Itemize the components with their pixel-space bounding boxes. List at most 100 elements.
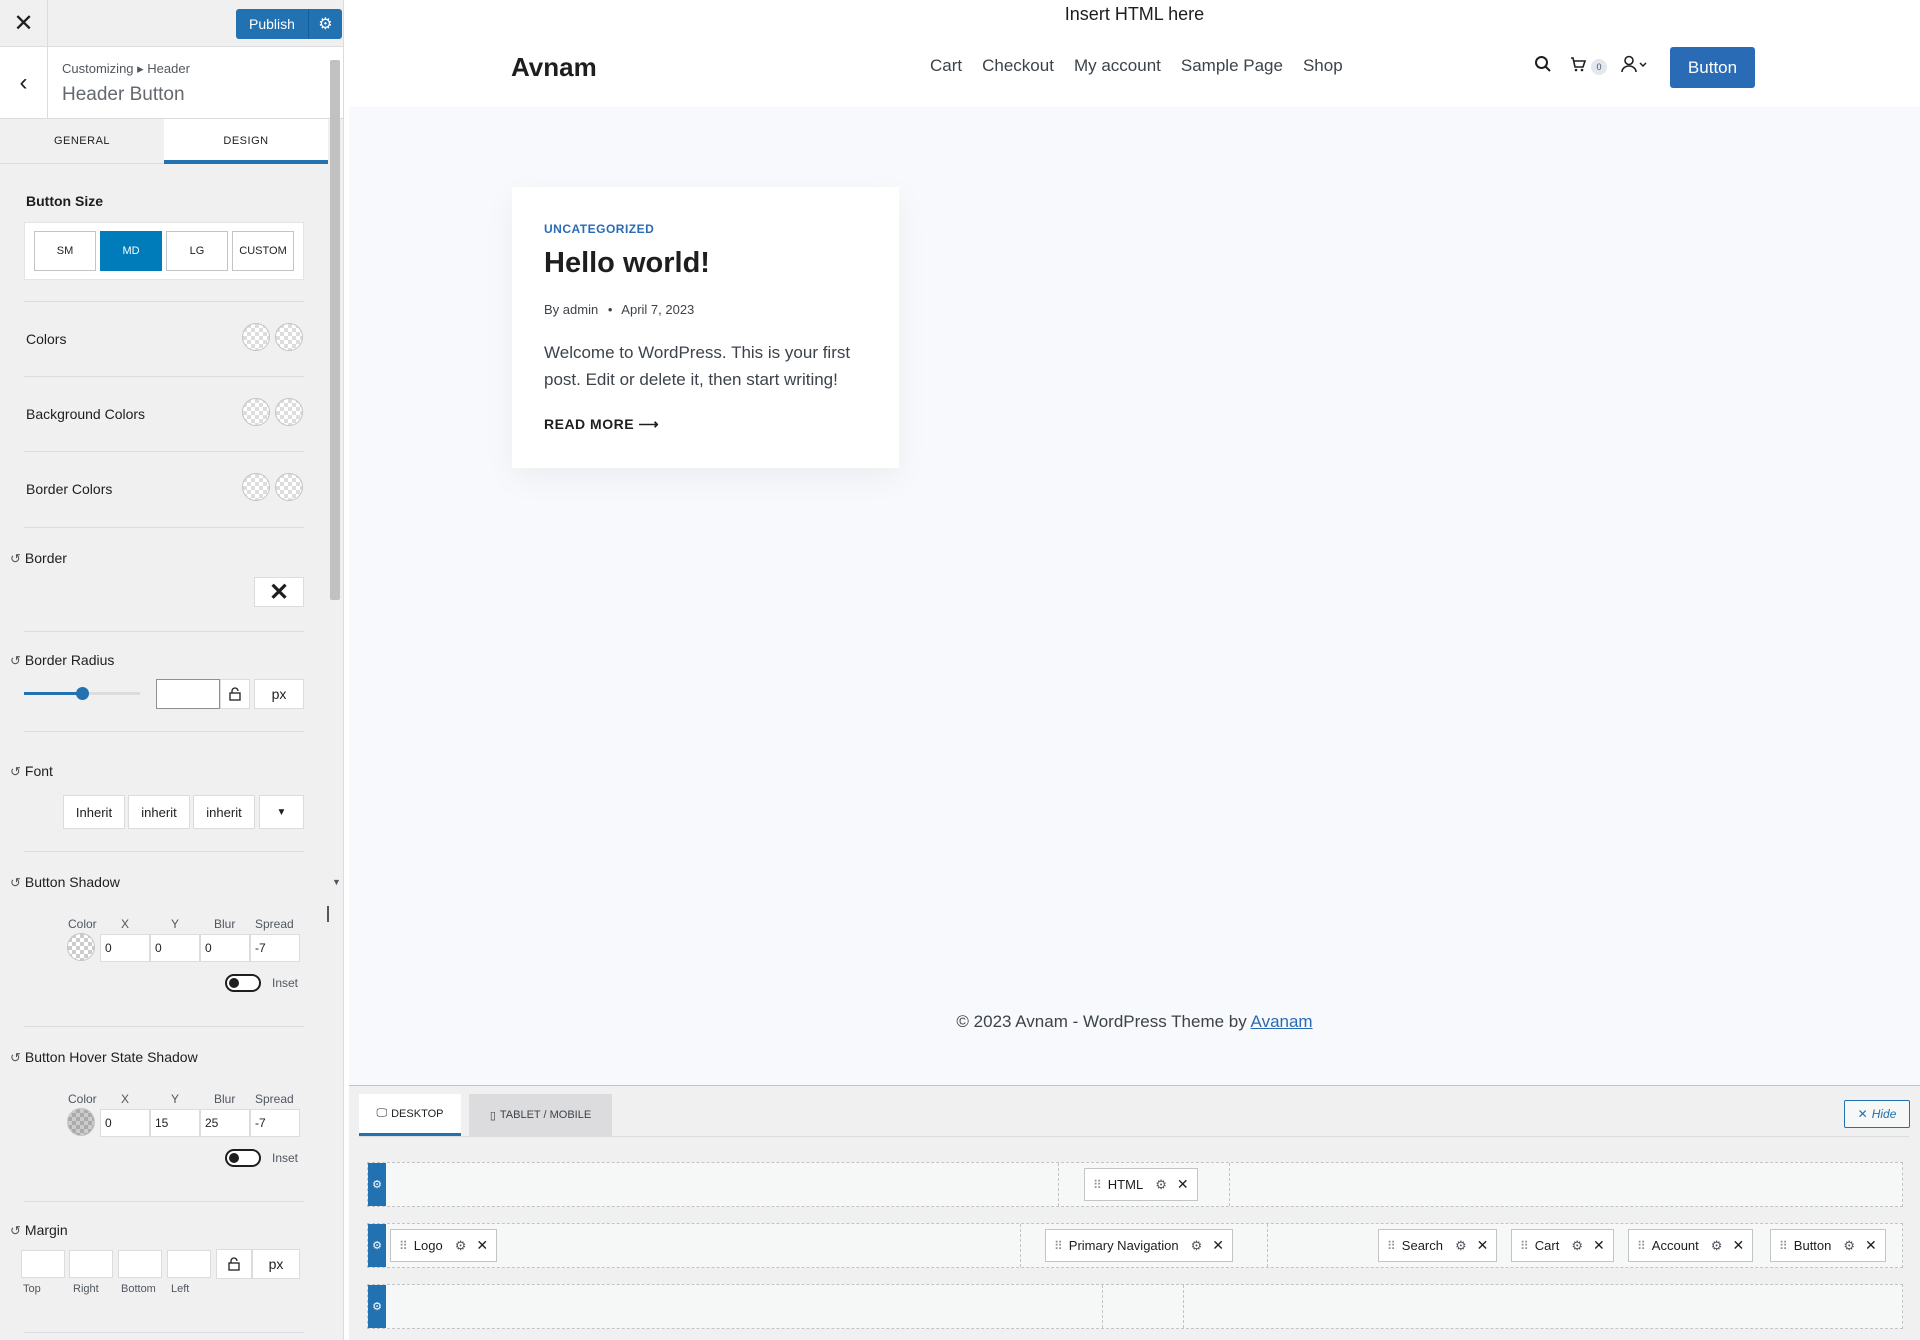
drag-handle-icon[interactable]: ⠿ xyxy=(1054,1239,1063,1253)
read-more-link[interactable]: READ MORE ⟶ xyxy=(544,416,659,433)
hide-button[interactable]: ✕ Hide xyxy=(1844,1100,1910,1128)
margin-unit-select[interactable]: px xyxy=(252,1249,300,1279)
close-icon[interactable]: ✕ xyxy=(254,577,304,607)
nav-item-my-account[interactable]: My account xyxy=(1074,56,1161,76)
post-category[interactable]: UNCATEGORIZED xyxy=(544,222,654,236)
size-lg-button[interactable]: LG xyxy=(166,231,228,271)
border-swatch-initial[interactable] xyxy=(242,473,270,501)
shadow-color-swatch[interactable] xyxy=(67,933,95,961)
post-date[interactable]: April 7, 2023 xyxy=(621,302,694,317)
hover-inset-toggle[interactable] xyxy=(225,1149,261,1167)
reset-icon[interactable]: ↺ xyxy=(10,875,21,891)
border-swatch-hover[interactable] xyxy=(275,473,303,501)
reset-icon[interactable]: ↺ xyxy=(10,1050,21,1066)
drag-handle-icon[interactable]: ⠿ xyxy=(1387,1239,1396,1253)
gear-icon[interactable]: ⚙ xyxy=(1455,1238,1467,1254)
nav-item-shop[interactable]: Shop xyxy=(1303,56,1343,76)
gear-icon[interactable]: ⚙ xyxy=(1191,1238,1203,1254)
scroll-arrow-icon[interactable]: ▼ xyxy=(332,877,341,887)
shadow-spread-input[interactable] xyxy=(250,934,300,962)
footer-link[interactable]: Avanam xyxy=(1251,1012,1313,1031)
hover-color-swatch[interactable] xyxy=(67,1108,95,1136)
gear-icon[interactable]: ⚙ xyxy=(368,1163,386,1206)
font-family-button[interactable]: Inherit xyxy=(63,795,125,829)
account-icon[interactable] xyxy=(1621,55,1649,78)
close-icon[interactable]: ✕ xyxy=(0,0,48,47)
shadow-y-input[interactable] xyxy=(150,934,200,962)
size-custom-button[interactable]: CUSTOM xyxy=(232,231,294,271)
builder-item-account[interactable]: ⠿ Account ⚙ ✕ xyxy=(1628,1229,1754,1262)
close-icon[interactable]: ✕ xyxy=(1593,1237,1605,1254)
color-swatch-initial[interactable] xyxy=(242,323,270,351)
close-icon[interactable]: ✕ xyxy=(1865,1237,1877,1254)
nav-item-sample-page[interactable]: Sample Page xyxy=(1181,56,1283,76)
builder-item-search[interactable]: ⠿ Search ⚙ ✕ xyxy=(1378,1229,1498,1262)
lock-icon[interactable] xyxy=(216,1249,252,1279)
slider-handle[interactable] xyxy=(76,687,89,700)
builder-item-primary-navigation[interactable]: ⠿ Primary Navigation ⚙ ✕ xyxy=(1045,1229,1234,1262)
gear-icon[interactable]: ⚙ xyxy=(455,1238,467,1254)
unit-select[interactable]: px xyxy=(254,679,304,709)
post-author[interactable]: By admin xyxy=(544,302,598,317)
bg-swatch-hover[interactable] xyxy=(275,398,303,426)
resize-handle[interactable] xyxy=(327,906,329,922)
tab-general[interactable]: GENERAL xyxy=(0,119,164,163)
color-swatch-hover[interactable] xyxy=(275,323,303,351)
gear-icon[interactable]: ⚙ xyxy=(1571,1238,1583,1254)
size-md-button[interactable]: MD xyxy=(100,231,162,271)
tab-design[interactable]: DESIGN xyxy=(164,119,328,164)
builder-item-button[interactable]: ⠿ Button ⚙ ✕ xyxy=(1770,1229,1886,1262)
drag-handle-icon[interactable]: ⠿ xyxy=(399,1239,408,1253)
back-arrow-icon[interactable]: ‹ xyxy=(0,47,48,119)
publish-button[interactable]: Publish xyxy=(236,9,308,39)
hover-y-input[interactable] xyxy=(150,1109,200,1137)
builder-item-logo[interactable]: ⠿ Logo ⚙ ✕ xyxy=(390,1229,498,1262)
gear-icon[interactable]: ⚙ xyxy=(1711,1238,1723,1254)
shadow-inset-toggle[interactable] xyxy=(225,974,261,992)
border-radius-input[interactable] xyxy=(156,679,220,709)
margin-bottom-input[interactable] xyxy=(118,1250,162,1278)
hover-x-input[interactable] xyxy=(100,1109,150,1137)
header-button[interactable]: Button xyxy=(1670,47,1755,88)
site-logo[interactable]: Avnam xyxy=(511,52,597,83)
shadow-x-input[interactable] xyxy=(100,934,150,962)
drag-handle-icon[interactable]: ⠿ xyxy=(1779,1239,1788,1253)
reset-icon[interactable]: ↺ xyxy=(10,1223,21,1239)
reset-icon[interactable]: ↺ xyxy=(10,764,21,780)
gear-icon[interactable]: ⚙ xyxy=(1155,1177,1167,1193)
margin-right-input[interactable] xyxy=(69,1250,113,1278)
gear-icon[interactable]: ⚙ xyxy=(368,1285,386,1328)
bg-swatch-initial[interactable] xyxy=(242,398,270,426)
close-icon[interactable]: ✕ xyxy=(1477,1237,1489,1254)
gear-icon[interactable]: ⚙ xyxy=(1843,1238,1855,1254)
builder-item-html[interactable]: ⠿ HTML ⚙ ✕ xyxy=(1084,1168,1198,1201)
search-icon[interactable] xyxy=(1534,55,1552,78)
hover-blur-input[interactable] xyxy=(200,1109,250,1137)
builder-item-cart[interactable]: ⠿ Cart ⚙ ✕ xyxy=(1511,1229,1614,1262)
nav-item-cart[interactable]: Cart xyxy=(930,56,962,76)
gear-icon[interactable]: ⚙ xyxy=(368,1224,386,1267)
tab-tablet-mobile[interactable]: ▯ TABLET / MOBILE xyxy=(469,1094,612,1136)
margin-top-input[interactable] xyxy=(21,1250,65,1278)
close-icon[interactable]: ✕ xyxy=(1732,1237,1744,1254)
size-sm-button[interactable]: SM xyxy=(34,231,96,271)
gear-icon[interactable]: ⚙ xyxy=(307,9,342,39)
nav-item-checkout[interactable]: Checkout xyxy=(982,56,1054,76)
tab-desktop[interactable]: 🖵 DESKTOP xyxy=(359,1094,461,1136)
margin-left-input[interactable] xyxy=(167,1250,211,1278)
border-radius-slider[interactable] xyxy=(24,687,140,700)
scrollbar[interactable] xyxy=(330,60,340,600)
reset-icon[interactable]: ↺ xyxy=(10,653,21,669)
chevron-down-icon[interactable]: ▼ xyxy=(259,795,304,829)
drag-handle-icon[interactable]: ⠿ xyxy=(1520,1239,1529,1253)
reset-icon[interactable]: ↺ xyxy=(10,551,21,567)
close-icon[interactable]: ✕ xyxy=(476,1237,488,1254)
drag-handle-icon[interactable]: ⠿ xyxy=(1637,1239,1646,1253)
font-weight-button[interactable]: inherit xyxy=(128,795,190,829)
close-icon[interactable]: ✕ xyxy=(1212,1237,1224,1254)
drag-handle-icon[interactable]: ⠿ xyxy=(1093,1178,1102,1192)
hover-spread-input[interactable] xyxy=(250,1109,300,1137)
cart-icon[interactable] xyxy=(1569,55,1587,78)
shadow-blur-input[interactable] xyxy=(200,934,250,962)
close-icon[interactable]: ✕ xyxy=(1177,1176,1189,1193)
